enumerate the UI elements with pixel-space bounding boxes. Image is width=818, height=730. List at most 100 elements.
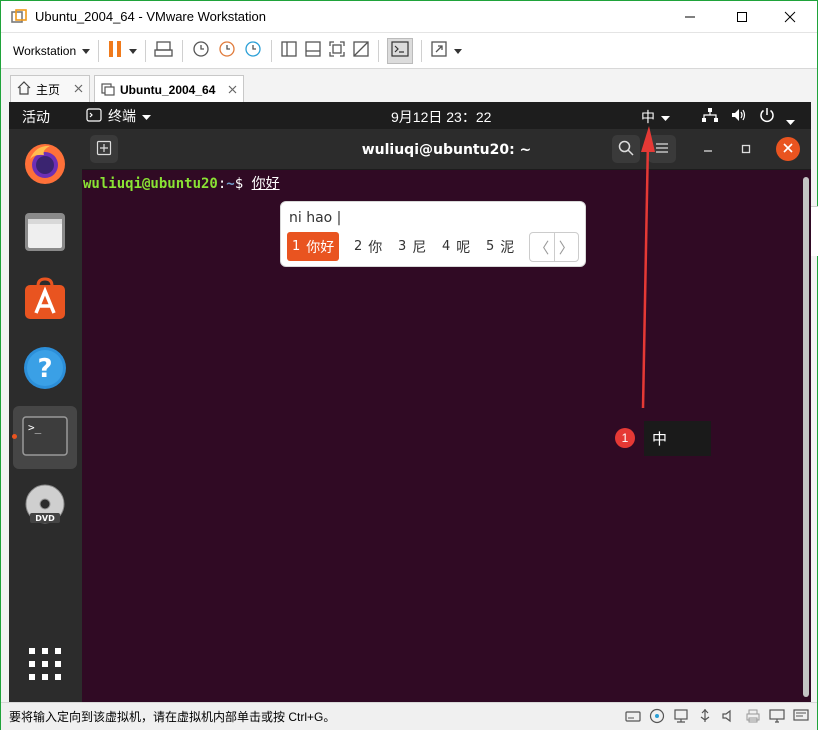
previous-page-button[interactable]: 〈 xyxy=(530,233,554,261)
toolbar-separator xyxy=(421,39,423,62)
library-view-button[interactable] xyxy=(280,38,298,64)
send-ctrl-alt-del-button[interactable] xyxy=(154,38,174,64)
files-folder-icon xyxy=(22,209,68,258)
search-icon xyxy=(618,140,634,159)
system-menu-chevron-down-icon[interactable] xyxy=(786,113,795,129)
toolbar-separator xyxy=(271,39,273,62)
sound-card-icon[interactable] xyxy=(721,708,737,727)
show-applications-button[interactable] xyxy=(19,639,71,691)
activities-button[interactable]: 活动 xyxy=(22,107,50,127)
chevron-down-icon xyxy=(82,44,91,58)
status-message: 要将输入定向到该虚拟机，请在虚拟机内部单击或按 Ctrl+G。 xyxy=(9,710,336,724)
hamburger-menu-button[interactable] xyxy=(648,135,676,163)
prompt-user: wuliuqi@ubuntu20 xyxy=(83,176,218,192)
prompt-dollar: $ xyxy=(234,176,252,192)
candidate-4[interactable]: 4 呢 xyxy=(437,232,475,261)
volume-icon[interactable] xyxy=(731,108,747,125)
dock-files[interactable] xyxy=(19,207,71,259)
background-window-edge xyxy=(811,206,818,256)
keyboard-send-icon xyxy=(154,40,174,61)
close-terminal-button[interactable] xyxy=(776,137,800,161)
tab-ubuntu-vm[interactable]: Ubuntu_2004_64 xyxy=(94,75,244,104)
cd-dvd-icon[interactable] xyxy=(649,708,665,727)
tab-home[interactable]: 主页 xyxy=(10,75,90,102)
power-icon[interactable] xyxy=(759,107,775,126)
minimize-button[interactable] xyxy=(667,1,713,32)
running-indicator xyxy=(12,434,17,439)
close-tab-icon[interactable] xyxy=(74,82,83,96)
close-tab-icon[interactable] xyxy=(228,83,237,97)
dock-software[interactable] xyxy=(19,275,71,327)
device-icons xyxy=(625,708,809,727)
candidate-1[interactable]: 1 你好 xyxy=(287,232,340,261)
toolbar-separator xyxy=(182,39,184,62)
toolbar-separator xyxy=(98,39,100,62)
toolbar: Workstation xyxy=(1,32,817,68)
candidate-page-nav: 〈 〉 xyxy=(529,232,579,262)
unity-button[interactable] xyxy=(352,38,370,64)
dock-firefox[interactable] xyxy=(19,139,71,191)
full-screen-button[interactable] xyxy=(328,38,346,64)
candidate-5[interactable]: 5 泥 xyxy=(481,232,519,261)
maximize-terminal-button[interactable] xyxy=(741,143,751,157)
hamburger-menu-icon xyxy=(655,142,669,157)
network-icon[interactable] xyxy=(702,108,718,125)
dock-help[interactable]: ? xyxy=(19,343,71,395)
unity-mode-icon xyxy=(352,40,370,61)
scrollbar-thumb[interactable] xyxy=(803,177,809,697)
chevron-down-icon xyxy=(142,108,151,124)
annotation-callout: 中 xyxy=(644,421,711,456)
bottom-panel-layout-icon xyxy=(304,40,322,61)
maximize-button[interactable] xyxy=(719,1,765,32)
chevron-down-icon xyxy=(454,44,463,58)
snapshot-manager-button[interactable] xyxy=(243,38,263,64)
terminal-title: wuliuqi@ubuntu20: ~ xyxy=(361,142,532,158)
close-button[interactable] xyxy=(767,1,813,32)
revert-snapshot-button[interactable] xyxy=(217,38,237,64)
preedit-text: 你好 xyxy=(251,176,280,192)
terminal-app-menu[interactable]: 终端 xyxy=(86,106,151,126)
message-log-icon[interactable] xyxy=(793,708,809,727)
thumbnail-view-button[interactable] xyxy=(304,38,322,64)
full-screen-icon xyxy=(328,40,346,61)
display-icon[interactable] xyxy=(769,708,785,727)
minimize-terminal-button[interactable] xyxy=(703,143,713,157)
console-view-button[interactable] xyxy=(387,37,414,64)
vm-console[interactable]: 活动 终端 9月12日 23：22 中 ? >_ DVD wuliuqi@ubu… xyxy=(9,102,811,702)
snapshot-button[interactable] xyxy=(191,38,211,64)
dock-dvd[interactable]: DVD xyxy=(19,482,71,534)
stretch-guest-button[interactable] xyxy=(430,38,463,64)
chevron-down-icon xyxy=(129,44,138,58)
network-adapter-icon[interactable] xyxy=(673,708,689,727)
terminal-console-icon xyxy=(391,41,409,60)
window-title: Ubuntu_2004_64 - VMware Workstation xyxy=(35,9,266,24)
search-button[interactable] xyxy=(612,135,640,163)
candidate-text: 呢 xyxy=(456,239,471,256)
input-method-indicator[interactable]: 中 xyxy=(641,107,670,127)
pause-button[interactable] xyxy=(107,38,138,64)
candidate-number: 3 xyxy=(398,239,407,254)
svg-text:>_: >_ xyxy=(28,421,42,434)
hard-disk-icon[interactable] xyxy=(625,708,641,727)
candidate-text: 泥 xyxy=(500,239,515,256)
sidebar-layout-icon xyxy=(280,40,298,61)
dock-terminal-active[interactable]: >_ xyxy=(13,406,77,469)
annotation-badge: 1 xyxy=(615,428,635,448)
dvd-disc-icon: DVD xyxy=(22,484,68,533)
chevron-down-icon xyxy=(661,109,670,125)
terminal-scrollbar[interactable] xyxy=(801,171,811,702)
tab-ubuntu-vm-label: Ubuntu_2004_64 xyxy=(120,83,216,97)
svg-text:?: ? xyxy=(37,354,52,384)
app-grid-icon xyxy=(28,647,62,684)
help-question-icon: ? xyxy=(22,345,68,394)
candidate-2[interactable]: 2 你 xyxy=(349,232,387,261)
printer-icon[interactable] xyxy=(745,708,761,727)
clock[interactable]: 9月12日 23：22 xyxy=(391,107,491,127)
workstation-menu[interactable]: Workstation xyxy=(13,38,91,64)
candidate-number: 1 xyxy=(292,239,301,254)
tab-home-label: 主页 xyxy=(36,82,61,97)
usb-icon[interactable] xyxy=(697,708,713,727)
candidate-3[interactable]: 3 尼 xyxy=(393,232,431,261)
next-page-button[interactable]: 〉 xyxy=(553,233,579,261)
terminal-icon: >_ xyxy=(21,414,69,463)
